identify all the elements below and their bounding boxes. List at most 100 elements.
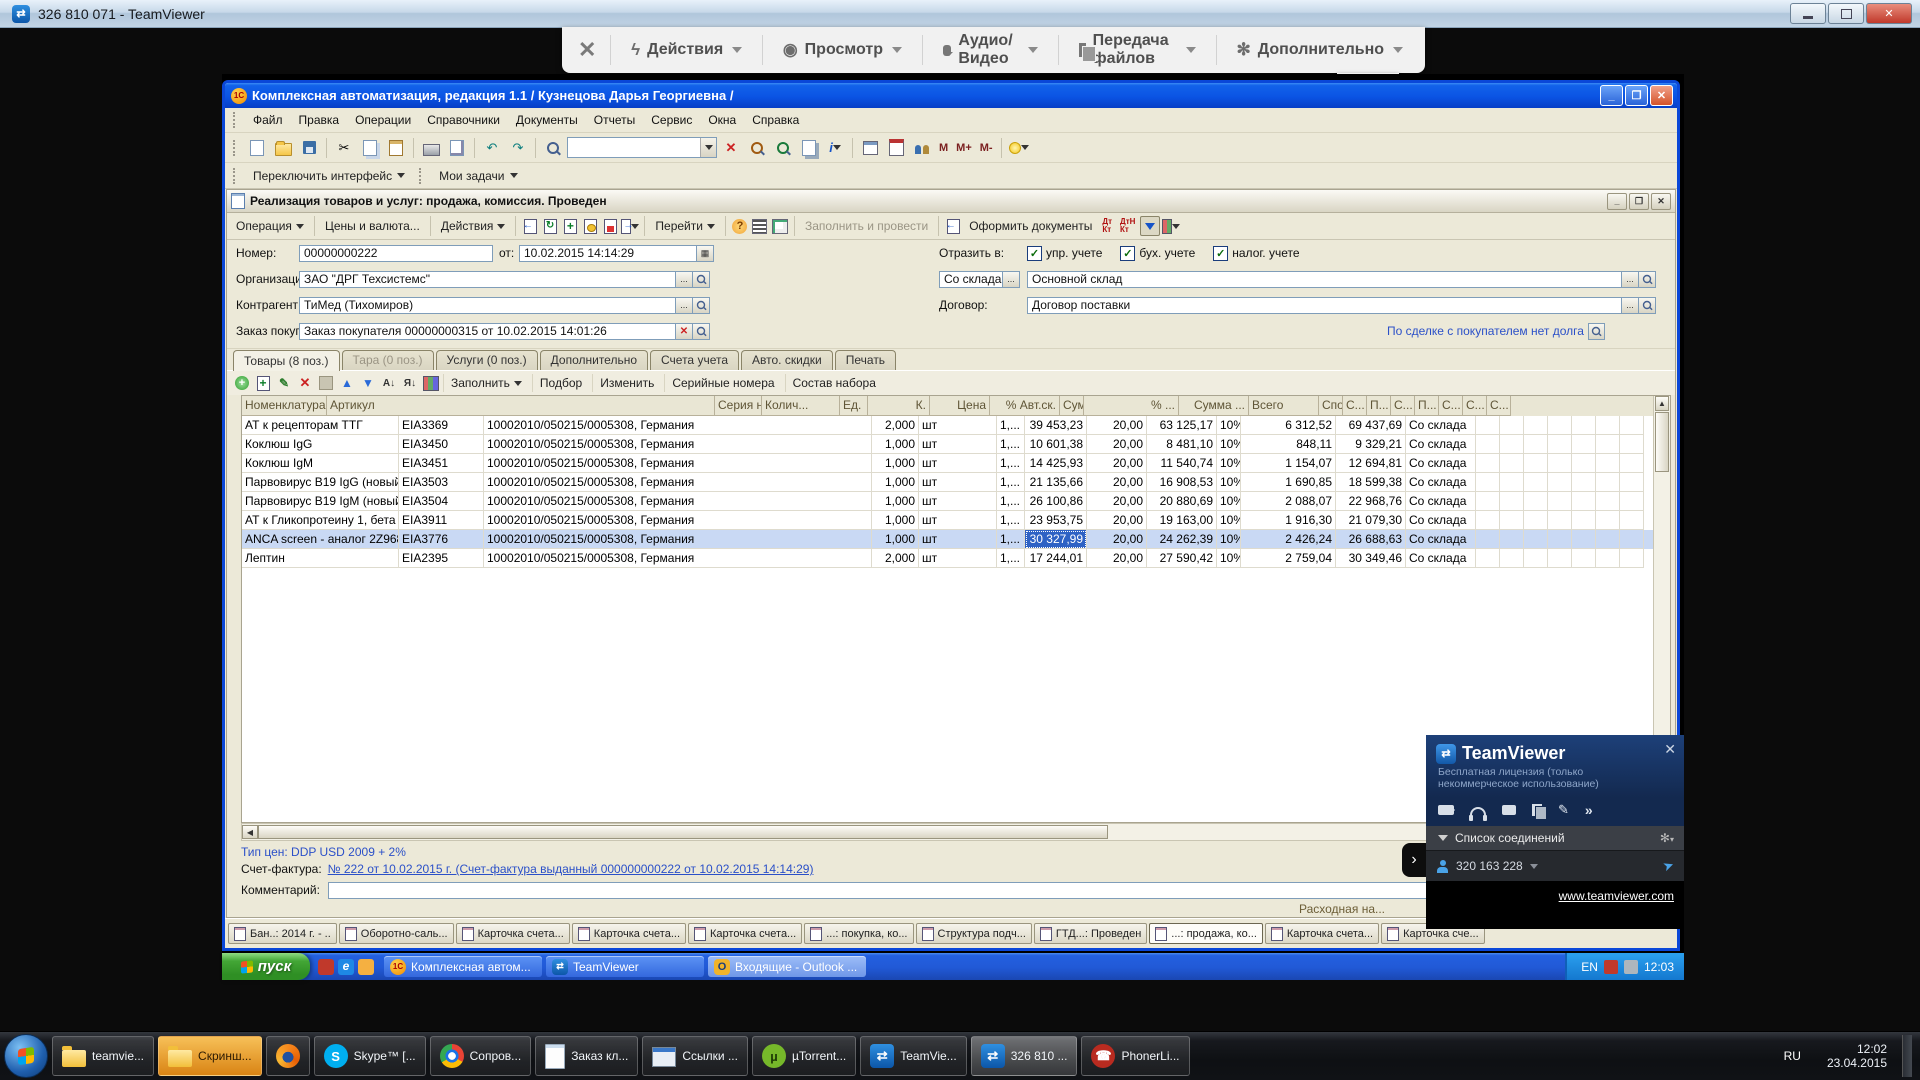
window-tab[interactable]: Структура подч... — [916, 923, 1032, 944]
taskbar-skype[interactable]: S Skype™ [... — [314, 1036, 426, 1076]
new-document-button[interactable] — [245, 136, 269, 160]
extras-menu[interactable]: ✻ Дополнительно — [1225, 40, 1416, 60]
copy-row-button[interactable] — [254, 374, 272, 392]
dtn-kt-button[interactable]: ДтНКт — [1117, 218, 1138, 234]
remote-start-button[interactable]: пуск — [222, 953, 310, 980]
print-button[interactable] — [419, 136, 443, 160]
remote-language-indicator[interactable]: EN — [1581, 960, 1598, 974]
menu-item[interactable]: Сервис — [643, 110, 700, 130]
ie-icon[interactable]: e — [338, 959, 354, 975]
file-transfer-menu[interactable]: Передача файлов — [1067, 32, 1208, 68]
move-down-button[interactable]: ▼ — [359, 374, 377, 392]
draw-icon[interactable]: ✎ — [1558, 802, 1569, 818]
sort-asc-button[interactable]: А↓ — [380, 374, 398, 392]
taskbar-firefox[interactable] — [266, 1036, 310, 1076]
connect-icon[interactable]: ➤ — [1661, 857, 1677, 876]
contract-open-button[interactable] — [1639, 297, 1656, 314]
undo-button[interactable]: ↶ — [480, 136, 504, 160]
panel-collapse-button[interactable]: › — [1402, 843, 1426, 877]
column-header[interactable]: Артикул — [327, 396, 715, 416]
panel-close-button[interactable]: ✕ — [1664, 741, 1676, 758]
number-field[interactable]: 00000000222 — [299, 245, 493, 262]
tab[interactable]: Тара (0 поз.) — [342, 350, 434, 370]
remote-tray-icon-1[interactable] — [1604, 960, 1618, 974]
column-header[interactable]: П... — [1367, 396, 1391, 416]
reread-doc-button[interactable] — [541, 217, 559, 235]
more-icon[interactable]: » — [1585, 802, 1593, 818]
doc-minimize-button[interactable]: _ — [1607, 193, 1627, 210]
warehouse-select-button[interactable]: ... — [1622, 271, 1639, 288]
my-tasks-button[interactable]: Мои задачи — [433, 169, 523, 183]
menu-item[interactable]: Справка — [744, 110, 807, 130]
warehouse-mode-button[interactable]: ... — [1003, 271, 1020, 288]
1c-close-button[interactable]: ✕ — [1650, 85, 1673, 106]
organization-field[interactable]: ЗАО "ДРГ Техсистемс" — [299, 271, 676, 288]
write-doc-button[interactable] — [521, 217, 539, 235]
column-header[interactable]: Всего — [1249, 396, 1319, 416]
language-indicator[interactable]: RU — [1780, 1049, 1805, 1063]
redo-button[interactable]: ↷ — [506, 136, 530, 160]
contragent-select-button[interactable]: ... — [676, 297, 693, 314]
remote-task-1c[interactable]: 1С Комплексная автом... — [384, 956, 542, 977]
window-tab[interactable]: Бан..: 2014 г. - .. — [228, 923, 337, 944]
contacts-button[interactable] — [910, 136, 934, 160]
search-input[interactable] — [567, 137, 717, 158]
window-tab[interactable]: Карточка счета... — [456, 923, 570, 944]
column-header[interactable]: Серия номенклатуры — [715, 396, 762, 416]
table-row[interactable]: Коклюш IgMEIA345110002010/050215/0005308… — [242, 454, 1670, 473]
open-button[interactable] — [271, 136, 295, 160]
close-button[interactable]: ✕ — [1866, 3, 1912, 24]
copy-button[interactable] — [358, 136, 382, 160]
doc-restore-button[interactable]: ❐ — [1629, 193, 1649, 210]
file-share-icon[interactable] — [1532, 804, 1542, 816]
menu-item[interactable]: Правка — [291, 110, 348, 130]
connection-entry[interactable]: 320 163 228 ➤ — [1426, 850, 1684, 881]
tab[interactable]: Авто. скидки — [741, 350, 833, 370]
close-session-button[interactable]: ✕ — [572, 34, 602, 66]
date-field[interactable]: 10.02.2015 14:14:29 — [519, 245, 697, 262]
calendar-picker-button[interactable]: ▦ — [697, 245, 714, 262]
window-tab[interactable]: ГТД...: Проведен — [1034, 923, 1147, 944]
1c-maximize-button[interactable]: ❐ — [1625, 85, 1648, 106]
contragent-field[interactable]: ТиМед (Тихомиров) — [299, 297, 676, 314]
money-doc-button[interactable] — [581, 217, 599, 235]
mark-doc-button[interactable] — [601, 217, 619, 235]
column-header[interactable]: Цена — [930, 396, 990, 416]
menu-item[interactable]: Документы — [508, 110, 586, 130]
find-prev-button[interactable] — [771, 136, 795, 160]
memory-recall-button[interactable]: М — [936, 142, 951, 154]
column-header[interactable]: С... — [1343, 396, 1367, 416]
column-header[interactable]: С... — [1439, 396, 1463, 416]
checkbox-upr-uchet[interactable]: ✓упр. учете — [1027, 246, 1102, 261]
taskbar-teamviewer-session[interactable]: ⇄ 326 810 ... — [971, 1036, 1078, 1076]
no-debt-link[interactable]: По сделке с покупателем нет долга — [1387, 324, 1584, 338]
contragent-open-button[interactable] — [693, 297, 710, 314]
gear-icon[interactable]: ✻▾ — [1660, 831, 1674, 845]
column-header[interactable]: П... — [1415, 396, 1439, 416]
column-header[interactable]: Номенклатура — [242, 396, 327, 416]
audio-icon[interactable] — [1470, 807, 1486, 817]
operation-menu[interactable]: Операция — [231, 217, 309, 235]
edit-row-button[interactable]: ✎ — [275, 374, 293, 392]
table-row[interactable]: Парвовирус B19 IgM (новый)EIA35041000201… — [242, 492, 1670, 511]
window-tab[interactable]: Карточка счета... — [572, 923, 686, 944]
teamviewer-website-link[interactable]: www.teamviewer.com — [1559, 889, 1674, 903]
connections-list-header[interactable]: Список соединений ✻▾ — [1426, 826, 1684, 850]
actions-menu-doc[interactable]: Действия — [436, 217, 511, 235]
prices-currency-button[interactable]: Цены и валюта... — [320, 217, 425, 235]
window-tab[interactable]: ...: покупка, ко... — [804, 923, 913, 944]
structure-button[interactable] — [751, 217, 769, 235]
invoice-link[interactable]: № 222 от 10.02.2015 г. (Счет-фактура выд… — [328, 862, 814, 876]
delete-row-button[interactable]: ✕ — [296, 374, 314, 392]
menu-item[interactable]: Окна — [700, 110, 744, 130]
copy-doc-button[interactable] — [561, 217, 579, 235]
order-open-button[interactable] — [693, 323, 710, 340]
fill-and-post-button[interactable]: Заполнить и провести — [800, 217, 933, 235]
audio-video-menu[interactable]: Аудио/Видео — [931, 32, 1050, 68]
column-header[interactable]: С... — [1487, 396, 1511, 416]
tab[interactable]: Услуги (0 поз.) — [436, 350, 538, 370]
window-tab[interactable]: Карточка счета... — [1265, 923, 1379, 944]
make-documents-button[interactable]: Оформить документы — [964, 217, 1097, 235]
copy-stack-button[interactable] — [797, 136, 821, 160]
menu-item[interactable]: Файл — [245, 110, 291, 130]
